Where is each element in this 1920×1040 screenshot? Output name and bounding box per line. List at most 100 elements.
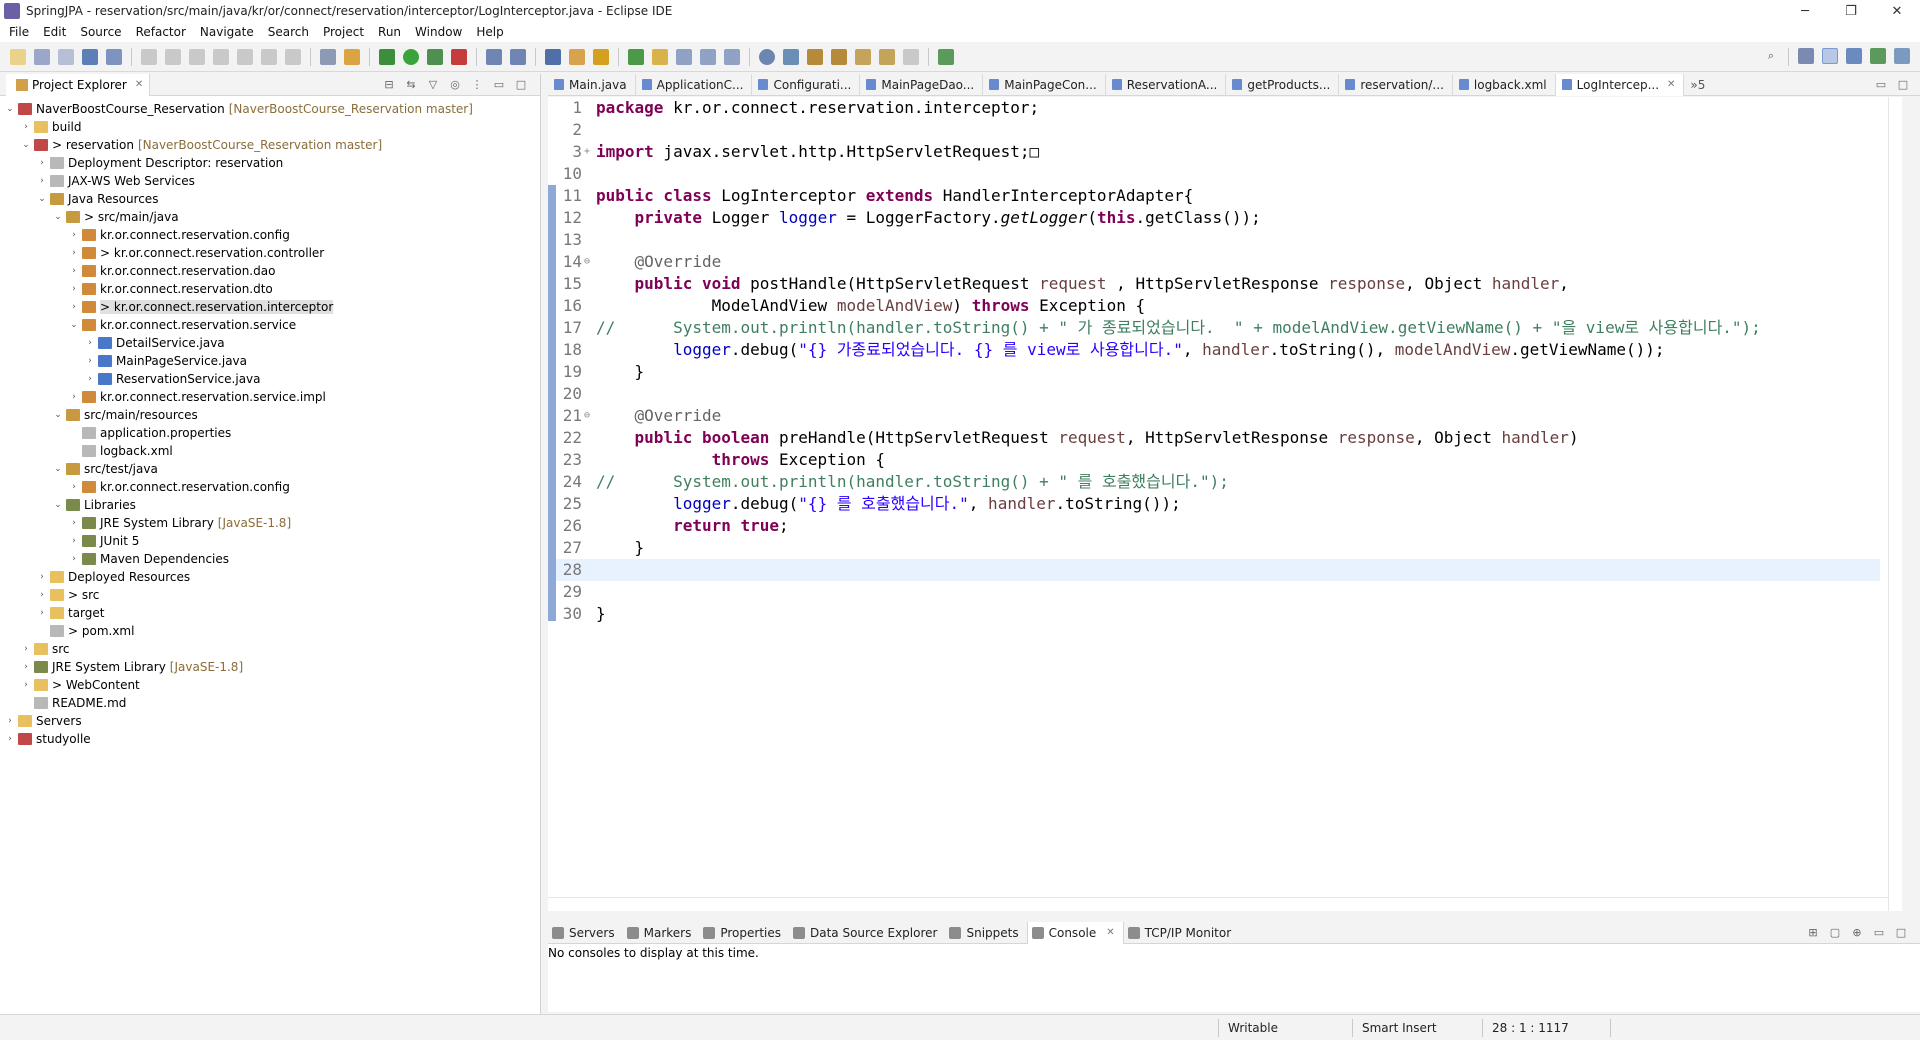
- coverage-icon[interactable]: [427, 48, 443, 65]
- globe-icon[interactable]: [759, 48, 775, 65]
- editor-tab[interactable]: MainPageCon...: [983, 73, 1106, 96]
- editor-tab[interactable]: ReservationA...: [1106, 73, 1227, 96]
- editor-tab[interactable]: ApplicationC...: [636, 73, 753, 96]
- tree-item[interactable]: ⌄ Java Resources: [0, 190, 540, 208]
- bottom-view-tab[interactable]: Markers: [623, 922, 700, 944]
- collapsed-chevron-icon[interactable]: ›: [68, 230, 80, 240]
- search-icon[interactable]: ⌕: [1763, 48, 1779, 64]
- collapsed-chevron-icon[interactable]: ›: [84, 338, 96, 348]
- tree-item[interactable]: ⌄ Libraries: [0, 496, 540, 514]
- forward-icon[interactable]: [903, 48, 919, 65]
- code-line[interactable]: 11 public class LogInterceptor extends Ha…: [556, 185, 1880, 207]
- pin-console-icon[interactable]: ⊞: [1806, 925, 1820, 939]
- tree-item[interactable]: README.md: [0, 694, 540, 712]
- tree-item[interactable]: › kr.or.connect.reservation.config: [0, 478, 540, 496]
- tree-item[interactable]: ⌄ > src/main/java: [0, 208, 540, 226]
- menu-navigate[interactable]: Navigate: [193, 25, 261, 39]
- collapsed-chevron-icon[interactable]: ›: [20, 680, 32, 690]
- code-line[interactable]: 25 logger.debug("{} 를 호출했습니다.", handler.…: [556, 493, 1880, 515]
- code-area[interactable]: 1 package kr.or.connect.reservation.inter…: [556, 97, 1880, 625]
- menu-search[interactable]: Search: [261, 25, 316, 39]
- expanded-chevron-icon[interactable]: ⌄: [4, 104, 16, 114]
- menu-refactor[interactable]: Refactor: [129, 25, 193, 39]
- tree-item[interactable]: › > kr.or.connect.reservation.interceptor: [0, 298, 540, 316]
- filter-icon[interactable]: ▽: [426, 77, 440, 91]
- code-line[interactable]: 15 public void postHandle(HttpServletReq…: [556, 273, 1880, 295]
- search-tool-icon[interactable]: [593, 48, 609, 65]
- suspend-icon[interactable]: [165, 48, 181, 65]
- more-tabs-button[interactable]: »5: [1684, 74, 1713, 96]
- show-whitespace-icon[interactable]: [676, 48, 692, 65]
- maximize-button[interactable]: ❐: [1828, 0, 1874, 22]
- pin-editor-icon[interactable]: [938, 48, 954, 65]
- external-tools-icon[interactable]: [451, 48, 467, 65]
- editor-tab[interactable]: reservation/...: [1339, 73, 1453, 96]
- java-perspective-icon[interactable]: [1846, 48, 1862, 64]
- tree-item[interactable]: › JAX-WS Web Services: [0, 172, 540, 190]
- expanded-chevron-icon[interactable]: ⌄: [68, 320, 80, 330]
- open-perspective-icon[interactable]: [1798, 48, 1814, 64]
- bottom-view-tab[interactable]: Servers: [548, 922, 623, 944]
- editor-tab[interactable]: logback.xml: [1453, 73, 1556, 96]
- view-menu-icon[interactable]: ⋮: [470, 77, 484, 91]
- tree-item[interactable]: › src: [0, 640, 540, 658]
- tree-item[interactable]: › studyolle: [0, 730, 540, 748]
- link-with-editor-icon[interactable]: ⇆: [404, 77, 418, 91]
- fold-toggle-icon[interactable]: ⊖: [582, 251, 592, 273]
- disconnect-icon[interactable]: [213, 48, 229, 65]
- collapsed-chevron-icon[interactable]: ›: [84, 356, 96, 366]
- code-line[interactable]: 17 // System.out.println(handler.toString…: [556, 317, 1880, 339]
- tree-item[interactable]: ⌄ src/main/resources: [0, 406, 540, 424]
- collapsed-chevron-icon[interactable]: ›: [68, 554, 80, 564]
- collapsed-chevron-icon[interactable]: ›: [68, 266, 80, 276]
- tree-item[interactable]: › build: [0, 118, 540, 136]
- step-over-icon[interactable]: [261, 48, 277, 65]
- collapsed-chevron-icon[interactable]: ›: [20, 644, 32, 654]
- horizontal-scrollbar[interactable]: [548, 897, 1888, 911]
- collapsed-chevron-icon[interactable]: ›: [84, 374, 96, 384]
- code-line[interactable]: 2: [556, 119, 1880, 141]
- new-icon[interactable]: [10, 48, 26, 65]
- code-line[interactable]: 14 ⊖ @Override: [556, 251, 1880, 273]
- tree-item[interactable]: › ReservationService.java: [0, 370, 540, 388]
- collapse-all-icon[interactable]: ⊟: [382, 77, 396, 91]
- resume-icon[interactable]: [141, 48, 157, 65]
- skip-breakpoints-icon[interactable]: [106, 48, 122, 65]
- fold-toggle-icon[interactable]: ⊖: [582, 405, 592, 427]
- tree-item[interactable]: › kr.or.connect.reservation.dto: [0, 280, 540, 298]
- tree-item[interactable]: › Deployed Resources: [0, 568, 540, 586]
- code-line[interactable]: 27 }: [556, 537, 1880, 559]
- focus-icon[interactable]: ◎: [448, 77, 462, 91]
- maximize-view-icon[interactable]: □: [514, 77, 528, 91]
- last-edit-icon[interactable]: [855, 48, 871, 65]
- menu-project[interactable]: Project: [316, 25, 371, 39]
- open-console-icon[interactable]: ⊕: [1850, 925, 1864, 939]
- bottom-view-tab[interactable]: Snippets: [945, 922, 1026, 944]
- tree-item[interactable]: › > src: [0, 586, 540, 604]
- tree-item[interactable]: › > WebContent: [0, 676, 540, 694]
- tree-item[interactable]: › DetailService.java: [0, 334, 540, 352]
- collapsed-chevron-icon[interactable]: ›: [36, 158, 48, 168]
- code-line[interactable]: 24 // System.out.println(handler.toString…: [556, 471, 1880, 493]
- display-console-icon[interactable]: ▢: [1828, 925, 1842, 939]
- close-window-button[interactable]: ✕: [1874, 0, 1920, 22]
- close-icon[interactable]: ✕: [135, 79, 143, 90]
- code-line[interactable]: 23 throws Exception {: [556, 449, 1880, 471]
- minimize-view-icon[interactable]: ▭: [492, 77, 506, 91]
- code-line[interactable]: 21 ⊖ @Override: [556, 405, 1880, 427]
- expanded-chevron-icon[interactable]: ⌄: [36, 194, 48, 204]
- mark-occurrences-icon[interactable]: [628, 48, 644, 65]
- bottom-view-tab[interactable]: Properties: [699, 922, 789, 944]
- collapsed-chevron-icon[interactable]: ›: [68, 248, 80, 258]
- tree-item[interactable]: › JRE System Library [JavaSE-1.8]: [0, 514, 540, 532]
- tree-item[interactable]: › kr.or.connect.reservation.config: [0, 226, 540, 244]
- collapsed-chevron-icon[interactable]: ›: [36, 608, 48, 618]
- step-return-icon[interactable]: [285, 48, 301, 65]
- maximize-editor-icon[interactable]: □: [1896, 77, 1910, 91]
- editor-tab[interactable]: LogIntercep... ✕: [1555, 73, 1685, 96]
- new-server-icon[interactable]: [486, 48, 502, 65]
- code-line[interactable]: 1 package kr.or.connect.reservation.inter…: [556, 97, 1880, 119]
- editor-tab[interactable]: getProducts...: [1226, 73, 1340, 96]
- tree-item[interactable]: › > kr.or.connect.reservation.controller: [0, 244, 540, 262]
- back-icon[interactable]: [879, 48, 895, 65]
